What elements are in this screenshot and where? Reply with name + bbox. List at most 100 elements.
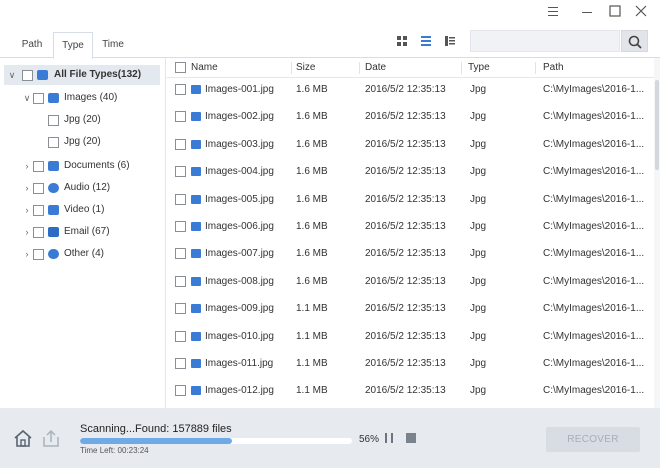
image-file-icon (191, 222, 201, 231)
row-checkbox[interactable] (175, 330, 186, 342)
maximize-icon[interactable] (604, 2, 626, 20)
stop-button[interactable] (406, 433, 416, 443)
tree-item-audio[interactable]: › Audio (12) (20, 178, 160, 198)
image-file-icon (191, 249, 201, 259)
tree-item-all-file-types[interactable]: ∨ All File Types(132) (4, 65, 160, 85)
tab-time[interactable]: Time (95, 32, 131, 58)
checkbox[interactable] (22, 70, 33, 81)
file-date: 2016/5/2 12:35:13 (365, 111, 446, 123)
tree-item-images[interactable]: ∨ Images (40) (20, 88, 160, 108)
table-row[interactable]: Images-008.jpg 1.6 MB 2016/5/2 12:35:13 Jpg… (167, 268, 660, 295)
minimize-icon[interactable] (576, 2, 598, 20)
home-icon[interactable] (12, 428, 34, 448)
checkbox[interactable] (48, 115, 59, 126)
row-checkbox[interactable] (175, 221, 186, 232)
tree-item-jpg[interactable]: Jpg (20) (46, 110, 156, 130)
chevron-right-icon[interactable]: › (22, 156, 32, 176)
row-checkbox[interactable] (175, 166, 186, 178)
file-type-tree: ∨ All File Types(132) ∨ Images (40) Jpg … (0, 58, 166, 408)
row-checkbox[interactable] (175, 193, 186, 205)
table-row[interactable]: Images-007.jpg 1.6 MB 2016/5/2 12:35:13 Jpg… (167, 240, 660, 267)
row-checkbox[interactable] (175, 84, 186, 95)
chevron-right-icon[interactable]: › (22, 244, 32, 264)
file-date: 2016/5/2 12:35:13 (365, 330, 446, 342)
image-file-icon (191, 139, 201, 149)
chevron-right-icon[interactable]: › (22, 178, 32, 198)
column-name[interactable]: Name (191, 58, 218, 78)
detail-view-icon[interactable] (443, 34, 457, 48)
file-type: Jpg (470, 138, 487, 150)
file-path: C:\MyImages\2016-1... (543, 84, 645, 95)
checkbox[interactable] (33, 183, 44, 194)
row-checkbox[interactable] (175, 111, 186, 123)
chevron-down-icon[interactable]: ∨ (22, 88, 32, 108)
scan-status-text: Scanning...Found: 157889 files (80, 423, 232, 435)
column-date[interactable]: Date (365, 58, 386, 78)
checkbox[interactable] (33, 227, 44, 238)
file-size: 1.6 MB (296, 138, 328, 150)
checkbox[interactable] (33, 161, 44, 172)
music-icon (48, 183, 59, 193)
recover-button[interactable]: RECOVER (546, 427, 640, 452)
image-file-icon (191, 359, 201, 368)
row-checkbox[interactable] (175, 303, 186, 315)
search-button[interactable] (621, 30, 648, 52)
tab-type[interactable]: Type (53, 32, 93, 59)
column-path[interactable]: Path (543, 58, 564, 78)
table-row[interactable]: Images-010.jpg 1.1 MB 2016/5/2 12:35:13 Jpg… (167, 323, 660, 350)
row-checkbox[interactable] (175, 385, 186, 397)
chevron-down-icon[interactable]: ∨ (7, 65, 17, 85)
table-row[interactable]: Images-006.jpg 1.6 MB 2016/5/2 12:35:13 Jpg… (167, 213, 660, 240)
file-date: 2016/5/2 12:35:13 (365, 84, 446, 95)
column-size[interactable]: Size (296, 58, 315, 78)
table-row[interactable]: Images-009.jpg 1.1 MB 2016/5/2 12:35:13 Jpg… (167, 295, 660, 322)
row-checkbox[interactable] (175, 138, 186, 150)
file-type: Jpg (470, 303, 487, 315)
menu-icon[interactable] (542, 2, 564, 20)
row-checkbox[interactable] (175, 248, 186, 260)
file-path: C:\MyImages\2016-1... (543, 385, 645, 397)
chevron-right-icon[interactable]: › (22, 222, 32, 242)
column-type[interactable]: Type (468, 58, 490, 78)
row-checkbox[interactable] (175, 275, 186, 287)
grid-view-icon[interactable] (395, 34, 409, 48)
tree-item-video[interactable]: › Video (1) (20, 200, 160, 220)
export-icon[interactable] (40, 428, 62, 448)
table-row[interactable]: Images-003.jpg 1.6 MB 2016/5/2 12:35:13 Jpg… (167, 131, 660, 158)
tree-item-email[interactable]: › Email (67) (20, 222, 160, 242)
checkbox[interactable] (48, 137, 59, 148)
search-input[interactable] (470, 30, 620, 52)
file-size: 1.6 MB (296, 221, 328, 232)
select-all-checkbox[interactable] (175, 62, 186, 73)
list-view-icon[interactable] (419, 34, 433, 48)
checkbox[interactable] (33, 249, 44, 260)
checkbox[interactable] (33, 93, 44, 104)
table-row[interactable]: Images-012.jpg 1.1 MB 2016/5/2 12:35:13 Jpg… (167, 377, 660, 404)
row-checkbox[interactable] (175, 358, 186, 369)
file-size: 1.1 MB (296, 303, 328, 315)
chevron-right-icon[interactable]: › (22, 200, 32, 220)
scrollbar[interactable] (654, 58, 660, 408)
tree-item-jpg[interactable]: Jpg (20) (46, 132, 156, 152)
table-row[interactable]: Images-004.jpg 1.6 MB 2016/5/2 12:35:13 Jpg… (167, 158, 660, 185)
file-size: 1.6 MB (296, 275, 328, 287)
table-row[interactable]: Images-001.jpg 1.6 MB 2016/5/2 12:35:13 Jpg… (167, 76, 660, 103)
file-type: Jpg (470, 330, 487, 342)
close-icon[interactable] (630, 2, 652, 20)
file-name: Images-010.jpg (205, 330, 274, 342)
tree-item-documents[interactable]: › Documents (6) (20, 156, 160, 176)
scan-progress-bar (80, 438, 352, 444)
pause-button[interactable] (383, 432, 395, 444)
scrollbar-thumb[interactable] (655, 80, 659, 170)
table-row[interactable]: Images-005.jpg 1.6 MB 2016/5/2 12:35:13 Jpg… (167, 186, 660, 213)
checkbox[interactable] (33, 205, 44, 216)
file-date: 2016/5/2 12:35:13 (365, 166, 446, 178)
tree-item-other[interactable]: › Other (4) (20, 244, 160, 264)
time-left: Time Left: 00:23:24 (80, 446, 149, 455)
table-row[interactable]: Images-002.jpg 1.6 MB 2016/5/2 12:35:13 Jpg… (167, 103, 660, 130)
file-name: Images-009.jpg (205, 303, 274, 315)
file-size: 1.1 MB (296, 330, 328, 342)
tab-path[interactable]: Path (10, 32, 54, 58)
file-path: C:\MyImages\2016-1... (543, 138, 645, 150)
table-row[interactable]: Images-011.jpg 1.1 MB 2016/5/2 12:35:13 Jpg… (167, 350, 660, 377)
